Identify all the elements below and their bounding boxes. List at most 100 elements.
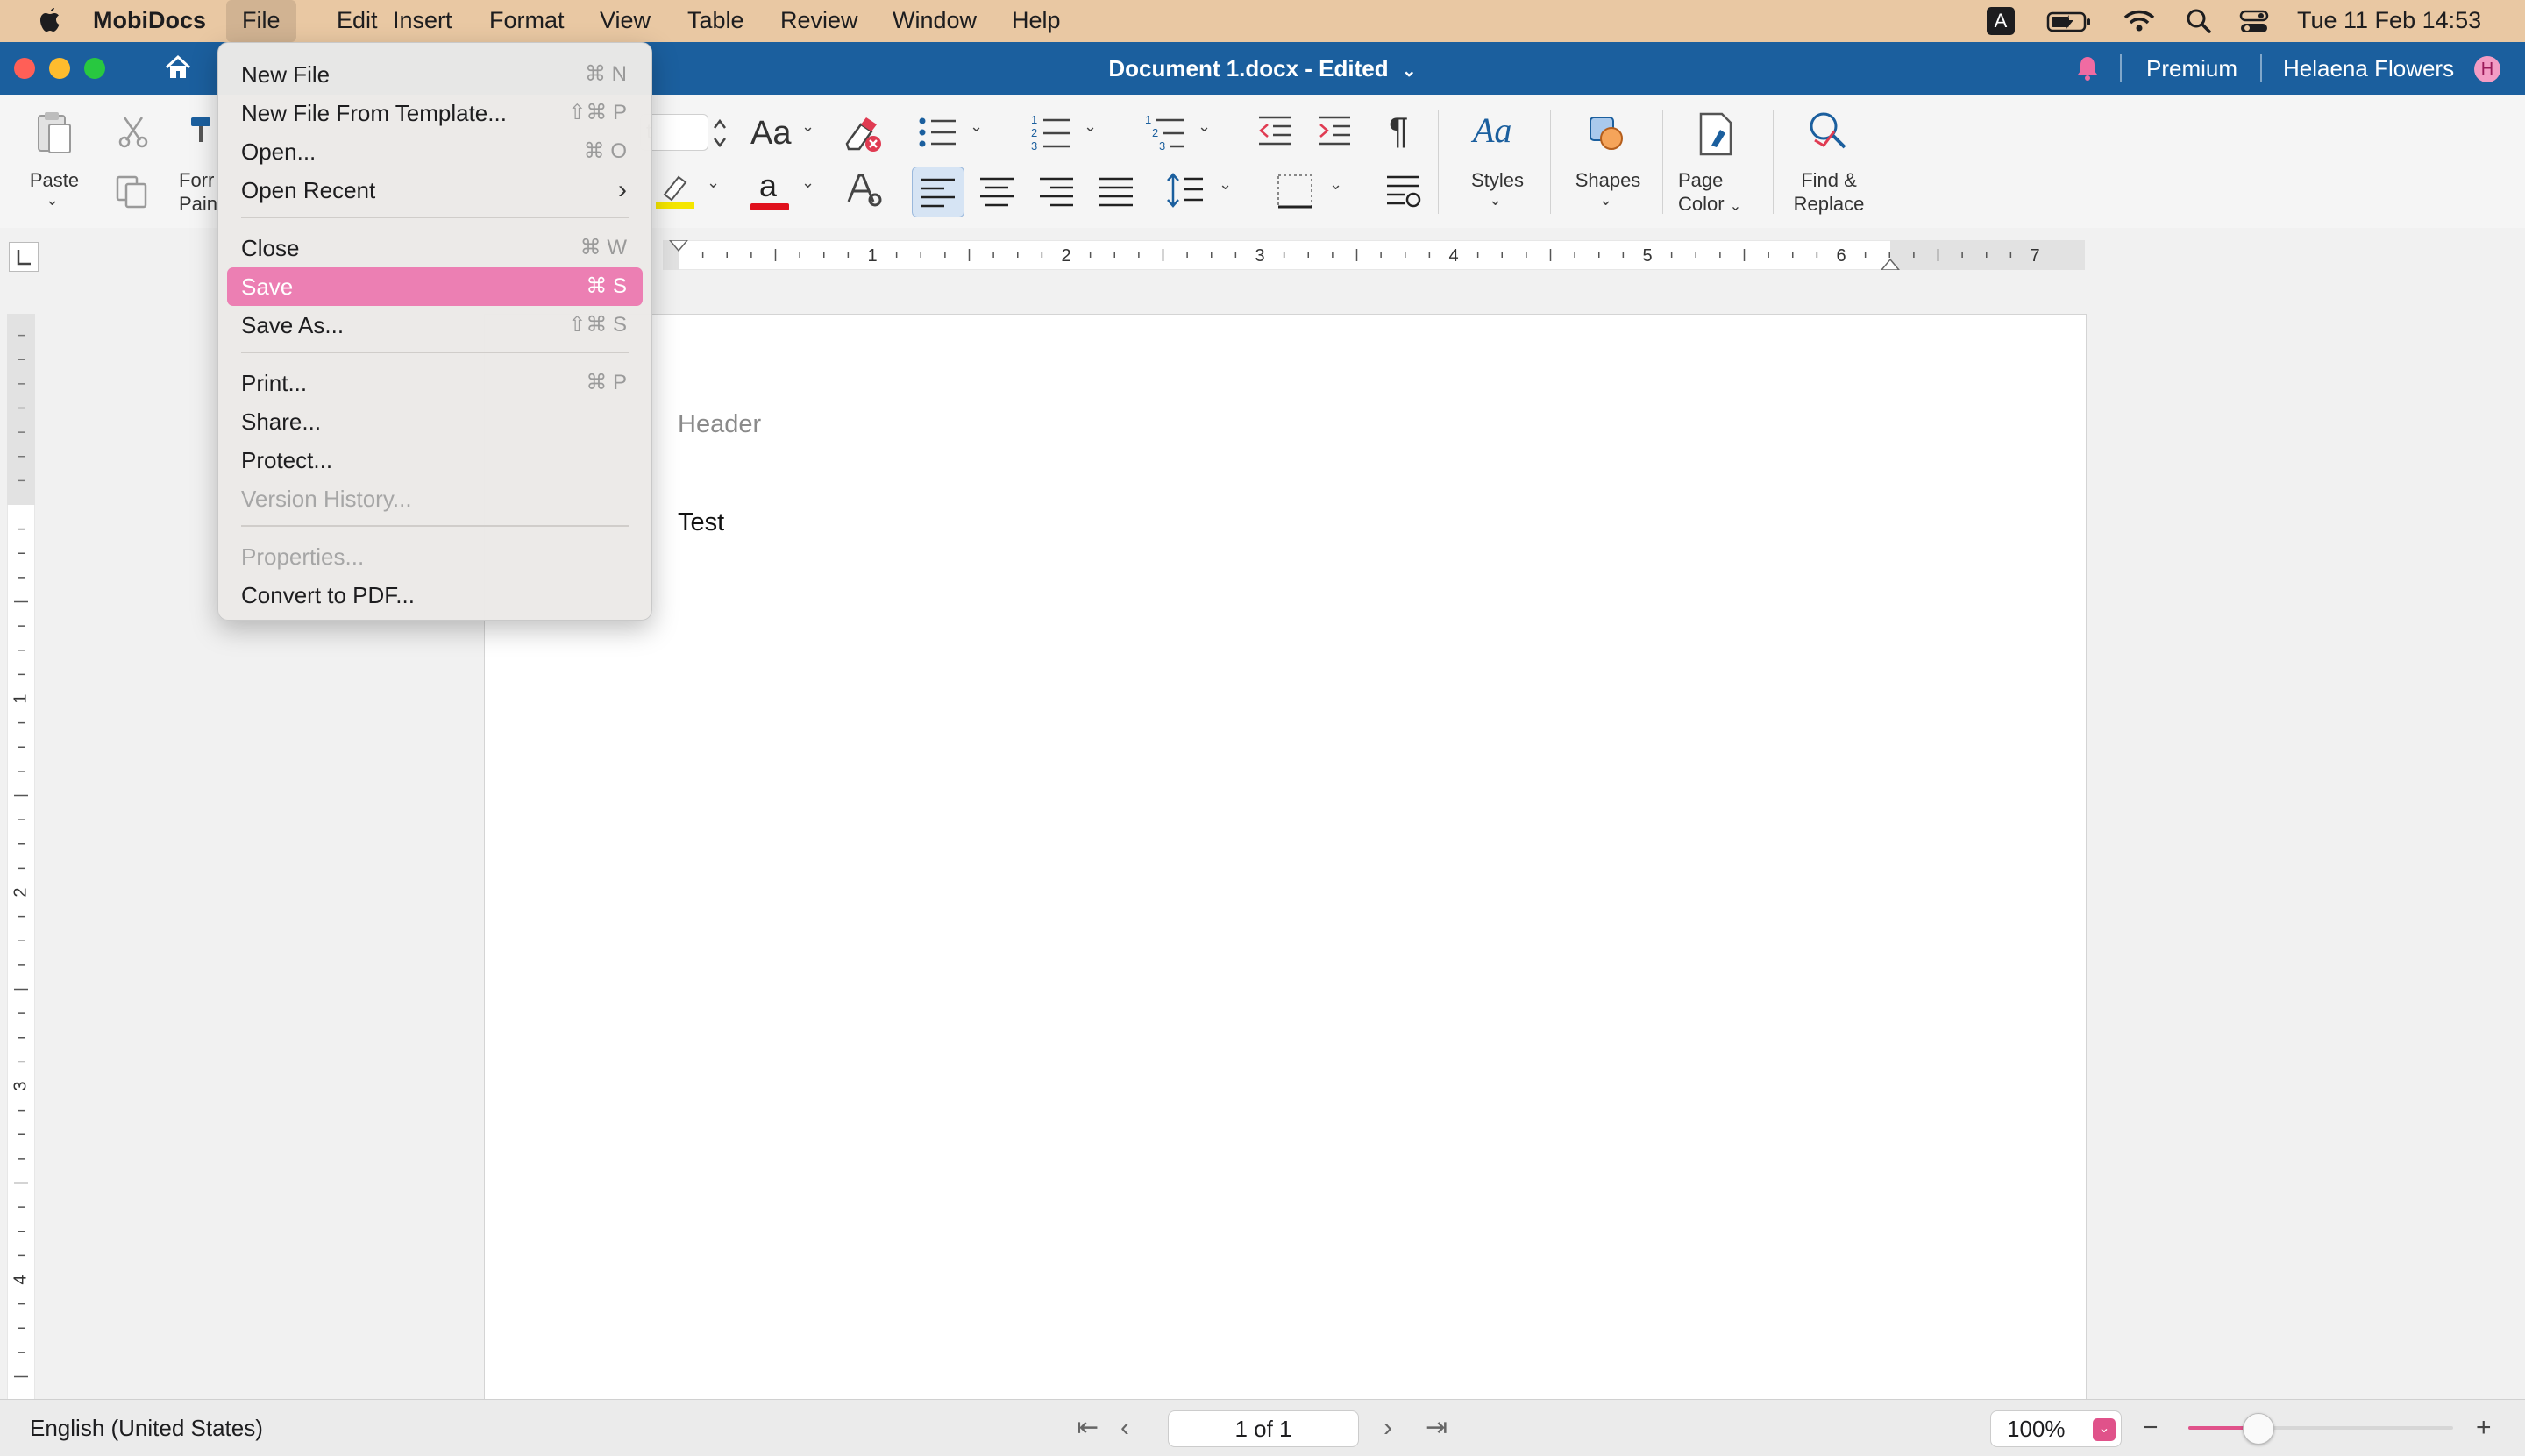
paste-label[interactable]: Paste [18, 168, 91, 192]
close-window-button[interactable] [14, 58, 35, 79]
decrease-indent-icon[interactable] [1255, 112, 1294, 151]
page-number-field[interactable]: 1 of 1 [1168, 1410, 1359, 1447]
find-replace-label[interactable]: Find & Replace [1785, 168, 1873, 216]
page-header[interactable]: Header [678, 410, 761, 439]
svg-text:3: 3 [1031, 139, 1037, 153]
chevron-down-icon[interactable]: ⌄ [707, 174, 720, 192]
menu-item-new-from-template[interactable]: New File From Template... ⇧⌘ P [227, 94, 643, 132]
chevron-down-icon[interactable]: ⌄ [1198, 117, 1211, 136]
align-left-icon[interactable] [912, 167, 964, 217]
control-center-icon[interactable] [2239, 0, 2269, 42]
document-body-text[interactable]: Test [678, 508, 724, 537]
align-center-icon[interactable] [971, 167, 1022, 216]
shapes-label[interactable]: Shapes [1564, 168, 1652, 192]
home-icon[interactable] [163, 53, 193, 87]
user-name[interactable]: Helaena Flowers [2283, 42, 2454, 95]
font-color-icon[interactable]: a [749, 168, 791, 212]
bullet-list-icon[interactable] [917, 112, 957, 153]
chevron-down-icon[interactable]: ⌄ [1219, 175, 1232, 194]
menu-view[interactable]: View [584, 0, 666, 42]
menu-file[interactable]: File [226, 0, 296, 42]
menu-help[interactable]: Help [996, 0, 1077, 42]
zoom-out-icon[interactable]: − [2143, 1400, 2159, 1456]
minimize-window-button[interactable] [49, 58, 70, 79]
menu-item-print[interactable]: Print... ⌘ P [227, 364, 643, 402]
wifi-icon[interactable] [2123, 0, 2155, 42]
spotlight-search-icon[interactable] [2185, 0, 2213, 42]
battery-icon[interactable] [2046, 0, 2092, 42]
first-page-icon[interactable]: ⇤ [1077, 1400, 1099, 1456]
chevron-down-icon[interactable]: ⌄ [801, 117, 814, 136]
paragraph-settings-icon[interactable] [1383, 172, 1424, 210]
menu-item-close[interactable]: Close ⌘ W [227, 229, 643, 267]
chevron-down-icon[interactable]: ⌄ [46, 191, 59, 210]
menu-app-name[interactable]: MobiDocs [77, 0, 222, 42]
format-painter-icon[interactable] [188, 114, 214, 149]
cut-icon[interactable] [116, 114, 151, 149]
apple-menu-icon[interactable] [21, 0, 79, 42]
shapes-icon[interactable] [1585, 112, 1627, 154]
zoom-slider-thumb[interactable] [2242, 1413, 2274, 1445]
font-size-stepper-icon[interactable] [710, 114, 729, 153]
language-indicator[interactable]: English (United States) [30, 1400, 263, 1456]
zoom-slider[interactable] [2188, 1413, 2453, 1445]
zoom-select[interactable]: 100% ⌄ [1990, 1410, 2122, 1447]
zoom-window-button[interactable] [84, 58, 105, 79]
menu-item-convert-to-pdf[interactable]: Convert to PDF... [227, 576, 643, 614]
chevron-down-icon[interactable]: ⌄ [1402, 61, 1417, 81]
menu-item-open-recent[interactable]: Open Recent › [227, 171, 643, 210]
menu-review[interactable]: Review [765, 0, 874, 42]
menu-window[interactable]: Window [877, 0, 992, 42]
chevron-down-icon[interactable]: ⌄ [1489, 191, 1502, 210]
change-case-button[interactable]: Aa [750, 114, 791, 153]
chevron-down-icon[interactable]: ⌄ [801, 174, 814, 192]
avatar[interactable]: H [2474, 56, 2500, 82]
highlight-color-icon[interactable] [654, 168, 696, 210]
menu-insert[interactable]: Insert [377, 0, 468, 42]
last-page-icon[interactable]: ⇥ [1426, 1400, 1447, 1456]
previous-page-icon[interactable]: ‹ [1120, 1400, 1129, 1456]
styles-label[interactable]: Styles [1457, 168, 1538, 192]
vertical-ruler[interactable]: 1 2 3 4 [6, 313, 36, 1402]
multilevel-list-icon[interactable]: 123 [1145, 112, 1185, 153]
styles-icon[interactable]: Aa [1473, 109, 1511, 153]
chevron-down-icon[interactable]: ⌄ [970, 117, 983, 136]
clear-formatting-icon[interactable] [842, 114, 884, 154]
menu-item-open[interactable]: Open... ⌘ O [227, 132, 643, 171]
chevron-down-icon[interactable]: ⌄ [1599, 191, 1612, 210]
paste-icon[interactable] [32, 110, 75, 156]
chevron-down-icon[interactable]: ⌄ [1329, 175, 1342, 194]
show-formatting-marks-icon[interactable]: ¶ [1389, 109, 1409, 153]
zoom-in-icon[interactable]: + [2476, 1400, 2492, 1456]
increase-indent-icon[interactable] [1315, 112, 1354, 151]
align-right-icon[interactable] [1031, 167, 1082, 216]
menu-item-share[interactable]: Share... [227, 402, 643, 441]
borders-icon[interactable] [1275, 172, 1315, 210]
notification-bell-icon[interactable] [2074, 54, 2101, 87]
next-page-icon[interactable]: › [1383, 1400, 1392, 1456]
menu-item-protect[interactable]: Protect... [227, 441, 643, 479]
horizontal-ruler[interactable]: 1 2 3 4 5 6 7 [662, 239, 2086, 271]
chevron-down-icon[interactable]: ⌄ [1084, 117, 1097, 136]
premium-button[interactable]: Premium [2146, 42, 2237, 95]
menu-item-save-as[interactable]: Save As... ⇧⌘ S [227, 306, 643, 344]
menu-format[interactable]: Format [473, 0, 580, 42]
menubar-clock[interactable]: Tue 11 Feb 14:53 [2297, 0, 2481, 42]
tab-stop-selector[interactable] [9, 242, 39, 272]
numbered-list-icon[interactable]: 123 [1031, 112, 1071, 153]
document-title[interactable]: Document 1.docx - Edited [1108, 55, 1388, 82]
chevron-down-icon[interactable]: ⌄ [2093, 1418, 2116, 1441]
page-color-icon[interactable] [1694, 110, 1738, 158]
page-color-label[interactable]: Page Color ⌄ [1678, 168, 1741, 218]
line-spacing-icon[interactable] [1164, 170, 1206, 210]
input-source-icon[interactable]: A [1987, 7, 2015, 35]
menu-item-save[interactable]: Save ⌘ S [227, 267, 643, 306]
justify-icon[interactable] [1091, 167, 1142, 216]
find-replace-icon[interactable] [1804, 109, 1852, 156]
document-page[interactable] [484, 314, 2087, 1411]
menu-item-new-file[interactable]: New File ⌘ N [227, 55, 643, 94]
format-painter-label[interactable]: Forr Pain [179, 168, 217, 216]
text-style-settings-icon[interactable] [845, 170, 884, 209]
menu-table[interactable]: Table [672, 0, 760, 42]
copy-icon[interactable] [114, 174, 151, 210]
